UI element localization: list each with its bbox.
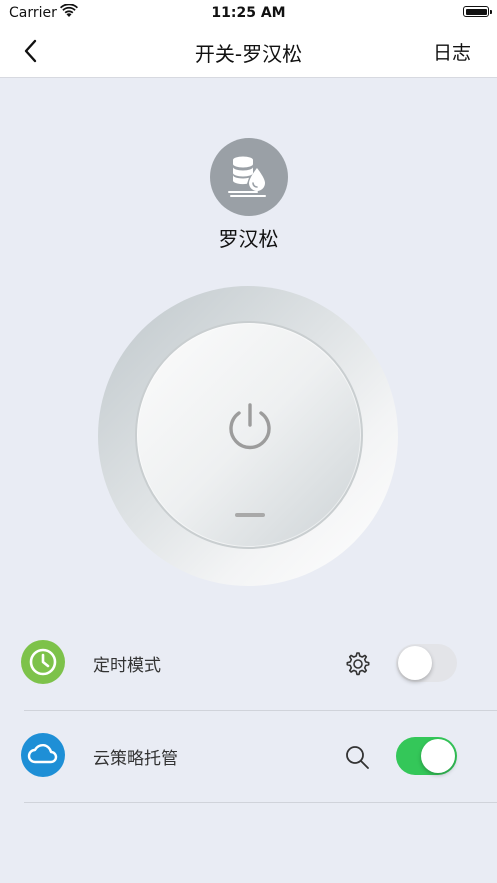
timer-mode-label: 定时模式	[93, 656, 161, 676]
cloud-icon	[21, 733, 65, 777]
cloud-strategy-label: 云策略托管	[93, 749, 178, 769]
row-timer-mode: 定时模式	[0, 618, 497, 710]
page-title: 开关-罗汉松	[194, 42, 303, 66]
navigation-bar: 开关-罗汉松 日志	[0, 26, 497, 78]
power-button-face[interactable]	[135, 321, 363, 549]
power-button[interactable]	[98, 286, 398, 586]
irrigation-device-icon	[228, 156, 266, 197]
gear-icon[interactable]	[343, 650, 371, 678]
toggle-knob	[421, 739, 455, 773]
clock-time: 11:25 AM	[211, 5, 286, 21]
device-name: 罗汉松	[218, 227, 279, 251]
timer-mode-toggle[interactable]	[396, 644, 457, 682]
search-icon[interactable]	[343, 743, 371, 771]
power-indicator	[235, 513, 265, 517]
battery-icon	[463, 6, 492, 17]
power-icon	[229, 403, 271, 450]
device-avatar	[210, 138, 288, 216]
log-button[interactable]: 日志	[433, 38, 471, 65]
status-bar: Carrier 11:25 AM	[0, 0, 497, 26]
cloud-strategy-toggle[interactable]	[396, 737, 457, 775]
clock-icon	[21, 640, 65, 684]
divider	[24, 802, 497, 803]
row-cloud-strategy: 云策略托管	[0, 711, 497, 803]
toggle-knob	[398, 646, 432, 680]
